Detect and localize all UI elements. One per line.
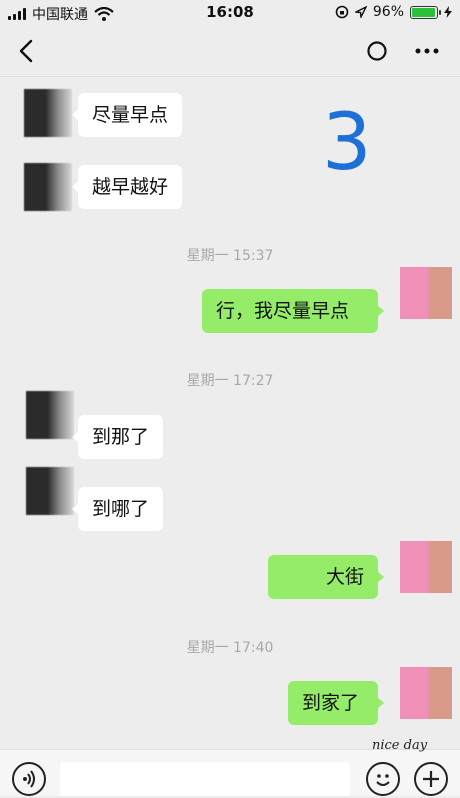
- contact-avatar[interactable]: [24, 89, 72, 137]
- battery-fill: [412, 7, 435, 17]
- my-avatar[interactable]: [400, 667, 452, 719]
- incoming-message[interactable]: 到那了: [71, 415, 164, 459]
- status-right: 96%: [335, 4, 452, 20]
- my-avatar[interactable]: [400, 267, 452, 319]
- incoming-message[interactable]: 尽量早点: [71, 93, 183, 137]
- outgoing-message[interactable]: 大街: [268, 555, 384, 599]
- incoming-message[interactable]: 越早越好: [71, 165, 183, 209]
- overlay-number: 3: [322, 98, 372, 188]
- charging-bolt-icon: [444, 6, 452, 18]
- emoji-button[interactable]: [366, 762, 400, 796]
- input-bar: [0, 749, 460, 796]
- status-bar: 中国联通 16:08 96%: [0, 0, 460, 26]
- watermark: nice day: [372, 738, 428, 753]
- circle-icon[interactable]: [366, 40, 388, 62]
- incoming-message[interactable]: 到哪了: [71, 487, 164, 531]
- location-arrow-icon: [354, 6, 367, 18]
- message-timestamp: 星期一 17:27: [186, 373, 274, 389]
- battery-icon: [410, 5, 441, 19]
- more-dots-icon[interactable]: [414, 40, 440, 62]
- back-button[interactable]: [14, 38, 40, 64]
- chat-area: 3 尽量早点 越早越好 星期一 15:37 行，我尽量早点 星期一 17:27 …: [0, 77, 460, 749]
- emoji-icon: [376, 774, 390, 786]
- plus-button[interactable]: [414, 762, 448, 796]
- outgoing-message[interactable]: 到家了: [288, 681, 384, 725]
- chat-header: [0, 26, 460, 77]
- voice-button[interactable]: [12, 762, 46, 796]
- message-timestamp: 星期一 17:40: [186, 640, 274, 656]
- rotation-lock-icon: [335, 5, 349, 19]
- outgoing-message[interactable]: 行，我尽量早点: [202, 289, 384, 333]
- my-avatar[interactable]: [400, 541, 452, 593]
- plus-icon: [423, 771, 439, 787]
- message-timestamp: 星期一 15:37: [186, 248, 274, 264]
- battery-percent: 96%: [372, 4, 404, 20]
- contact-avatar[interactable]: [26, 391, 74, 439]
- message-input[interactable]: [60, 762, 350, 796]
- voice-icon: [23, 770, 35, 788]
- contact-avatar[interactable]: [24, 163, 72, 211]
- contact-avatar[interactable]: [26, 467, 74, 515]
